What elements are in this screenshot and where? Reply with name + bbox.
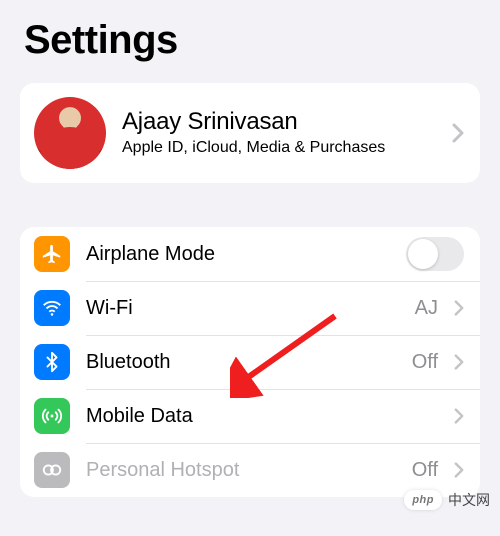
wifi-icon xyxy=(34,290,70,326)
avatar xyxy=(34,97,106,169)
row-label: Bluetooth xyxy=(86,351,396,374)
row-value: Off xyxy=(412,459,438,482)
chevron-right-icon xyxy=(454,300,464,316)
airplane-switch[interactable] xyxy=(406,237,464,271)
chevron-right-icon xyxy=(452,123,464,143)
row-value: AJ xyxy=(415,297,438,320)
row-wifi[interactable]: Wi-Fi AJ xyxy=(20,281,480,335)
profile-name: Ajaay Srinivasan xyxy=(122,108,436,136)
chevron-right-icon xyxy=(454,354,464,370)
row-label: Mobile Data xyxy=(86,405,438,428)
row-label: Wi-Fi xyxy=(86,297,399,320)
profile-subtitle: Apple ID, iCloud, Media & Purchases xyxy=(122,138,436,158)
row-mobile-data[interactable]: Mobile Data xyxy=(20,389,480,443)
row-label: Airplane Mode xyxy=(86,243,390,266)
row-personal-hotspot[interactable]: Personal Hotspot Off xyxy=(20,443,480,497)
bluetooth-icon xyxy=(34,344,70,380)
chevron-right-icon xyxy=(454,408,464,424)
chevron-right-icon xyxy=(454,462,464,478)
airplane-icon xyxy=(34,236,70,272)
profile-row[interactable]: Ajaay Srinivasan Apple ID, iCloud, Media… xyxy=(20,83,480,183)
row-bluetooth[interactable]: Bluetooth Off xyxy=(20,335,480,389)
hotspot-icon xyxy=(34,452,70,488)
profile-text: Ajaay Srinivasan Apple ID, iCloud, Media… xyxy=(122,108,436,158)
profile-card[interactable]: Ajaay Srinivasan Apple ID, iCloud, Media… xyxy=(20,83,480,183)
row-value: Off xyxy=(412,351,438,374)
antenna-icon xyxy=(34,398,70,434)
settings-list: Airplane Mode Wi-Fi AJ Bluetooth Off Mob… xyxy=(20,227,480,497)
page-title: Settings xyxy=(0,0,500,83)
row-label: Personal Hotspot xyxy=(86,459,396,482)
row-airplane-mode[interactable]: Airplane Mode xyxy=(20,227,480,281)
